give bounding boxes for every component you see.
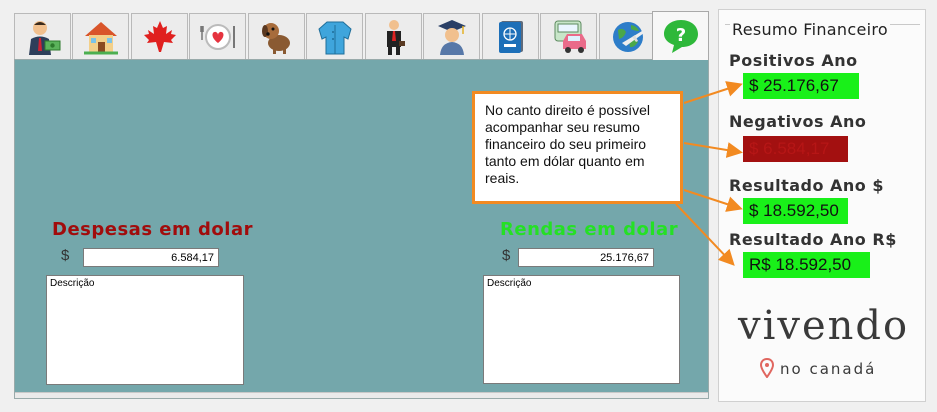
vivendo-logo: vivendo no canadá — [736, 303, 911, 383]
despesas-description-list[interactable]: Descrição — [46, 275, 244, 385]
resultado-usd-label: Resultado Ano $ — [729, 176, 884, 195]
negativos-value: $ 6.584,17 — [743, 136, 848, 162]
tab-education[interactable] — [423, 13, 480, 59]
tab-finances[interactable] — [14, 13, 71, 59]
tab-travel[interactable] — [599, 13, 656, 59]
positivos-value: $ 25.176,67 — [743, 73, 859, 99]
rendas-title: Rendas em dolar — [500, 219, 679, 240]
map-pin-icon — [760, 358, 774, 378]
summary-panel: Resumo Financeiro Positivos Ano $ 25.176… — [718, 9, 926, 402]
rendas-description-list[interactable]: Descrição — [483, 275, 680, 384]
coat-icon — [317, 21, 352, 54]
logo-main-text: vivendo — [738, 303, 910, 349]
tab-clothing[interactable] — [306, 13, 363, 59]
logo-sub-text: no canadá — [780, 360, 877, 378]
despesas-description-label: Descrição — [50, 278, 95, 289]
help-icon: ? — [663, 20, 698, 53]
callout-text: No canto direito é possível acompanhar s… — [485, 102, 650, 186]
house-icon — [83, 21, 118, 54]
tab-housing[interactable] — [72, 13, 129, 59]
resultado-usd-value: $ 18.592,50 — [743, 198, 848, 224]
resultado-brl-label: Resultado Ano R$ — [729, 230, 897, 249]
tab-transport[interactable] — [540, 13, 597, 59]
panel-footer-strip — [15, 392, 708, 398]
positivos-label: Positivos Ano — [729, 51, 858, 70]
despesas-amount-field[interactable] — [83, 248, 219, 267]
tab-food[interactable] — [189, 13, 246, 59]
suit-icon — [386, 19, 405, 55]
resultado-brl-value: R$ 18.592,50 — [743, 252, 870, 278]
passport-icon — [498, 20, 523, 53]
tab-work[interactable] — [365, 13, 422, 59]
tab-strip: ? — [14, 11, 714, 60]
despesas-currency-label: $ — [61, 247, 70, 264]
plate-heart-icon — [199, 23, 235, 50]
tab-help[interactable]: ? — [652, 11, 709, 60]
despesas-title: Despesas em dolar — [52, 219, 253, 240]
rendas-description-label: Descrição — [487, 278, 532, 289]
negativos-label: Negativos Ano — [729, 112, 867, 131]
tutorial-callout: No canto direito é possível acompanhar s… — [472, 91, 683, 204]
globe-plane-icon — [612, 21, 644, 52]
svg-text:?: ? — [675, 25, 685, 46]
money-person-icon — [28, 20, 60, 55]
tab-passport[interactable] — [482, 13, 539, 59]
rendas-currency-label: $ — [502, 247, 511, 264]
summary-title: Resumo Financeiro — [730, 20, 890, 39]
rendas-amount-field[interactable] — [518, 248, 654, 267]
graduate-icon — [437, 19, 466, 55]
tab-pets[interactable] — [248, 13, 305, 59]
tab-canada[interactable] — [131, 13, 188, 59]
maple-leaf-icon — [143, 20, 176, 52]
dog-icon — [261, 22, 290, 54]
vehicle-icon — [554, 20, 586, 53]
